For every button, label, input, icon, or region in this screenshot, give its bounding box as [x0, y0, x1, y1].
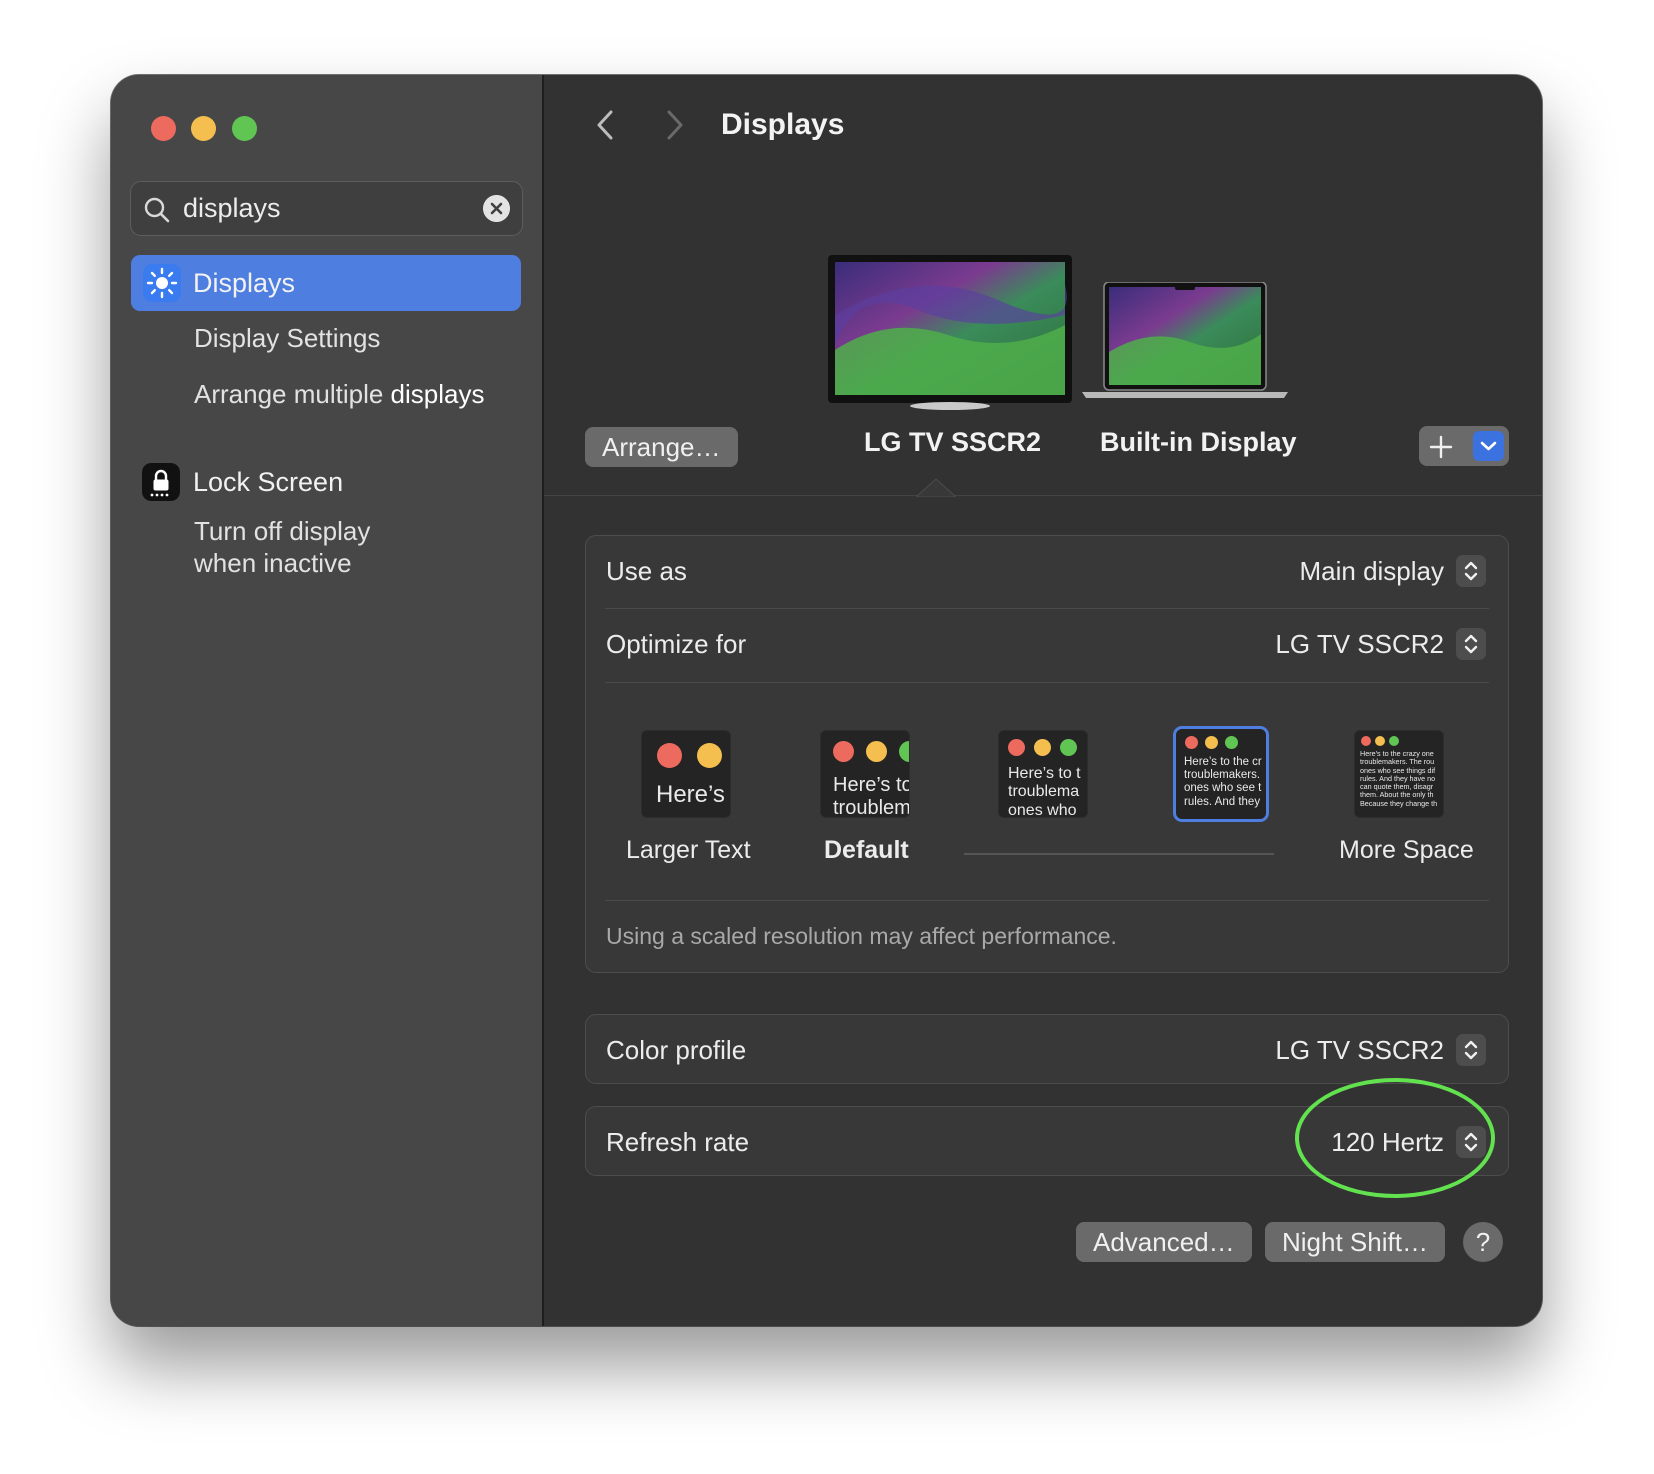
sidebar-item-label-line2: when inactive: [194, 548, 352, 578]
add-display-control: [1419, 426, 1509, 466]
preview-red-dot: [1361, 736, 1371, 746]
divider: [605, 682, 1489, 683]
preview-green-dot: [1225, 736, 1238, 749]
color-profile-label: Color profile: [606, 1035, 747, 1065]
optimize-for-value[interactable]: LG TV SSCR2: [1275, 629, 1444, 660]
resolution-preview-text: Here’s to t troublema ones who: [1008, 765, 1081, 818]
resolution-label: Larger Text: [626, 836, 751, 864]
display-settings-group: Use as Main display Optimize for LG TV S…: [585, 535, 1509, 973]
resolution-option-3[interactable]: Here’s to t troublema ones who: [998, 730, 1088, 818]
minimize-window-button[interactable]: [191, 116, 216, 141]
search-icon: [144, 197, 170, 223]
sidebar-item-lock-screen[interactable]: Lock Screen: [131, 454, 521, 510]
resolution-label: Default: [824, 836, 909, 864]
selected-display-pointer: [916, 478, 956, 499]
sidebar-item-label-line1: Turn off display: [194, 516, 371, 546]
advanced-button[interactable]: Advanced…: [1076, 1222, 1252, 1262]
display-label-lg-tv[interactable]: LG TV SSCR2: [864, 427, 1041, 458]
preview-yellow-dot: [1205, 736, 1218, 749]
preview-red-dot: [833, 741, 854, 762]
preview-yellow-dot: [866, 741, 887, 762]
night-shift-button[interactable]: Night Shift…: [1265, 1222, 1445, 1262]
optimize-for-label: Optimize for: [606, 629, 747, 659]
sidebar-item-arrange-multiple-displays[interactable]: Arrange multiple displays: [194, 379, 484, 410]
resolution-preview-text: Here’s to the crazy one troublemakers. T…: [1360, 749, 1438, 808]
chevron-down-icon[interactable]: [1473, 431, 1504, 461]
use-as-value[interactable]: Main display: [1299, 556, 1444, 587]
refresh-rate-label: Refresh rate: [606, 1127, 750, 1157]
sidebar: displays Displays Display Settings Arran…: [111, 75, 544, 1326]
color-profile-value[interactable]: LG TV SSCR2: [1275, 1035, 1444, 1066]
color-profile-group: Color profile LG TV SSCR2: [585, 1014, 1509, 1084]
sidebar-item-label: Displays: [193, 268, 296, 298]
preview-red-dot: [657, 743, 682, 768]
help-button[interactable]: ?: [1463, 1222, 1503, 1262]
resolution-option-4-selected[interactable]: Here’s to the cr troublemakers. ones who…: [1173, 726, 1269, 822]
use-as-label: Use as: [606, 556, 687, 586]
forward-chevron-icon[interactable]: [659, 108, 689, 142]
use-as-stepper-icon[interactable]: [1456, 555, 1486, 587]
preview-red-dot: [1008, 739, 1025, 756]
built-in-display-thumbnail[interactable]: [1080, 282, 1290, 402]
page-title: Displays: [721, 108, 845, 141]
search-input[interactable]: displays: [183, 193, 281, 224]
arrange-button[interactable]: Arrange…: [585, 427, 738, 467]
divider: [605, 900, 1489, 901]
preview-yellow-dot: [1375, 736, 1385, 746]
resolution-preview-text: Here’s to troublem: [833, 774, 910, 818]
resolution-label: More Space: [1339, 836, 1474, 864]
resolution-preview-text: Here’s to the cr troublemakers. ones who…: [1184, 756, 1262, 808]
color-profile-stepper-icon[interactable]: [1456, 1034, 1486, 1066]
resolution-preview-text: Here’s: [656, 781, 725, 808]
annotation-circle: [1295, 1078, 1495, 1198]
preview-green-dot: [1060, 739, 1077, 756]
resolution-option-larger-text[interactable]: Here’s: [641, 730, 731, 818]
sidebar-item-turn-off-display[interactable]: Turn off display when inactive: [194, 515, 370, 579]
sidebar-item-label: Lock Screen: [193, 467, 344, 497]
display-label-built-in[interactable]: Built-in Display: [1100, 427, 1297, 458]
preview-yellow-dot: [697, 743, 722, 768]
sidebar-item-display-settings[interactable]: Display Settings: [194, 323, 380, 354]
brightness-icon: [143, 264, 181, 302]
resolution-slider-track: [964, 853, 1274, 855]
external-display-thumbnail[interactable]: [828, 255, 1072, 411]
scaled-resolution-note: Using a scaled resolution may affect per…: [606, 923, 1117, 949]
divider: [605, 608, 1489, 609]
preview-green-dot: [899, 741, 909, 762]
close-window-button[interactable]: [151, 116, 176, 141]
optimize-for-stepper-icon[interactable]: [1456, 628, 1486, 660]
lock-icon: [142, 463, 180, 501]
preview-red-dot: [1185, 736, 1198, 749]
search-field[interactable]: displays: [130, 181, 523, 236]
resolution-option-more-space[interactable]: Here’s to the crazy one troublemakers. T…: [1354, 730, 1444, 818]
preview-yellow-dot: [1034, 739, 1051, 756]
plus-icon[interactable]: [1428, 434, 1454, 460]
zoom-window-button[interactable]: [232, 116, 257, 141]
preview-green-dot: [1389, 736, 1399, 746]
clear-search-icon[interactable]: [483, 195, 510, 222]
search-match-highlight: displays: [390, 379, 485, 409]
resolution-option-default[interactable]: Here’s to troublem: [820, 730, 910, 818]
back-chevron-icon[interactable]: [591, 108, 621, 142]
sidebar-item-label: Arrange multiple: [194, 379, 391, 409]
sidebar-item-displays[interactable]: Displays: [131, 255, 521, 311]
